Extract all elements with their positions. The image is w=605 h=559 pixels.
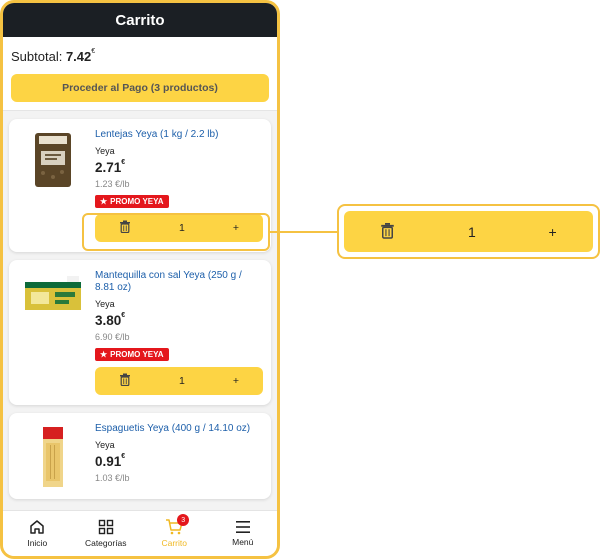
trash-icon[interactable] [119, 220, 131, 236]
promo-badge: ★ PROMO YEYA [95, 195, 169, 208]
product-price: 3.80€ [95, 312, 126, 328]
tab-menu-label: Menú [232, 537, 254, 547]
tab-categories[interactable]: Categorías [72, 511, 141, 556]
page-title: Carrito [115, 11, 165, 29]
cart-item[interactable]: Espaguetis Yeya (400 g / 14.10 oz) Yeya … [9, 413, 271, 499]
subtotal: Subtotal: 7.42€ [11, 48, 269, 64]
plus-button[interactable]: + [548, 224, 556, 240]
star-icon: ★ [100, 197, 108, 206]
top-bar: Carrito [3, 3, 277, 37]
promo-label: PROMO YEYA [110, 197, 164, 206]
tab-home[interactable]: Inicio [3, 511, 72, 556]
subtotal-currency: € [91, 48, 96, 55]
stepper-zoom-callout: 1 + [337, 204, 600, 259]
unit-price: 1.03 €/lb [95, 473, 130, 483]
menu-icon [235, 521, 250, 533]
promo-badge: ★ PROMO YEYA [95, 348, 169, 361]
cart-item[interactable]: Mantequilla con sal Yeya (250 g / 8.81 o… [9, 260, 271, 405]
product-name[interactable]: Mantequilla con sal Yeya (250 g / 8.81 o… [95, 270, 263, 294]
product-image[interactable] [17, 270, 89, 395]
home-icon [30, 520, 44, 534]
cart-summary: Subtotal: 7.42€ Proceder al Pago (3 prod… [3, 37, 277, 111]
callout-connector [270, 231, 337, 233]
promo-label: PROMO YEYA [110, 350, 164, 359]
quantity-value: 1 [179, 222, 185, 234]
tab-categories-label: Categorías [84, 538, 127, 548]
product-name[interactable]: Lentejas Yeya (1 kg / 2.2 lb) [95, 129, 263, 141]
quantity-value: 1 [468, 223, 476, 240]
trash-icon[interactable] [119, 373, 131, 389]
zoomed-quantity-stepper: 1 + [344, 211, 593, 252]
tab-cart[interactable]: 3 Carrito [140, 511, 209, 556]
tab-menu[interactable]: Menú [209, 511, 278, 556]
quantity-stepper: 1 + [95, 367, 263, 395]
bottom-tab-bar: Inicio Categorías 3 Carrito Menú [3, 510, 277, 556]
unit-price: 6.90 €/lb [95, 332, 130, 342]
product-brand: Yeya [95, 146, 115, 156]
product-brand: Yeya [95, 440, 115, 450]
tab-home-label: Inicio [27, 538, 48, 548]
cart-count-badge: 3 [177, 514, 190, 526]
product-brand: Yeya [95, 299, 115, 309]
plus-button[interactable]: + [233, 375, 239, 387]
plus-button[interactable]: + [233, 222, 239, 234]
product-price: 2.71€ [95, 159, 126, 175]
quantity-value: 1 [179, 375, 185, 387]
trash-icon[interactable] [380, 222, 395, 242]
unit-price: 1.23 €/lb [95, 179, 130, 189]
checkout-button[interactable]: Proceder al Pago (3 productos) [11, 74, 269, 102]
product-image[interactable] [17, 129, 89, 242]
star-icon: ★ [100, 350, 108, 359]
subtotal-value: 7.42 [65, 49, 92, 64]
cart-content[interactable]: Subtotal: 7.42€ Proceder al Pago (3 prod… [3, 37, 277, 510]
tab-cart-label: Carrito [161, 538, 187, 548]
subtotal-label: Subtotal: [11, 49, 66, 64]
quantity-stepper: 1 + [95, 214, 263, 242]
phone-frame: Carrito Subtotal: 7.42€ Proceder al Pago… [0, 0, 280, 559]
grid-icon [98, 519, 113, 535]
product-price: 0.91€ [95, 453, 126, 469]
product-name[interactable]: Espaguetis Yeya (400 g / 14.10 oz) [95, 423, 263, 435]
product-image[interactable] [17, 423, 89, 489]
cart-item[interactable]: Lentejas Yeya (1 kg / 2.2 lb) Yeya 2.71€… [9, 119, 271, 252]
